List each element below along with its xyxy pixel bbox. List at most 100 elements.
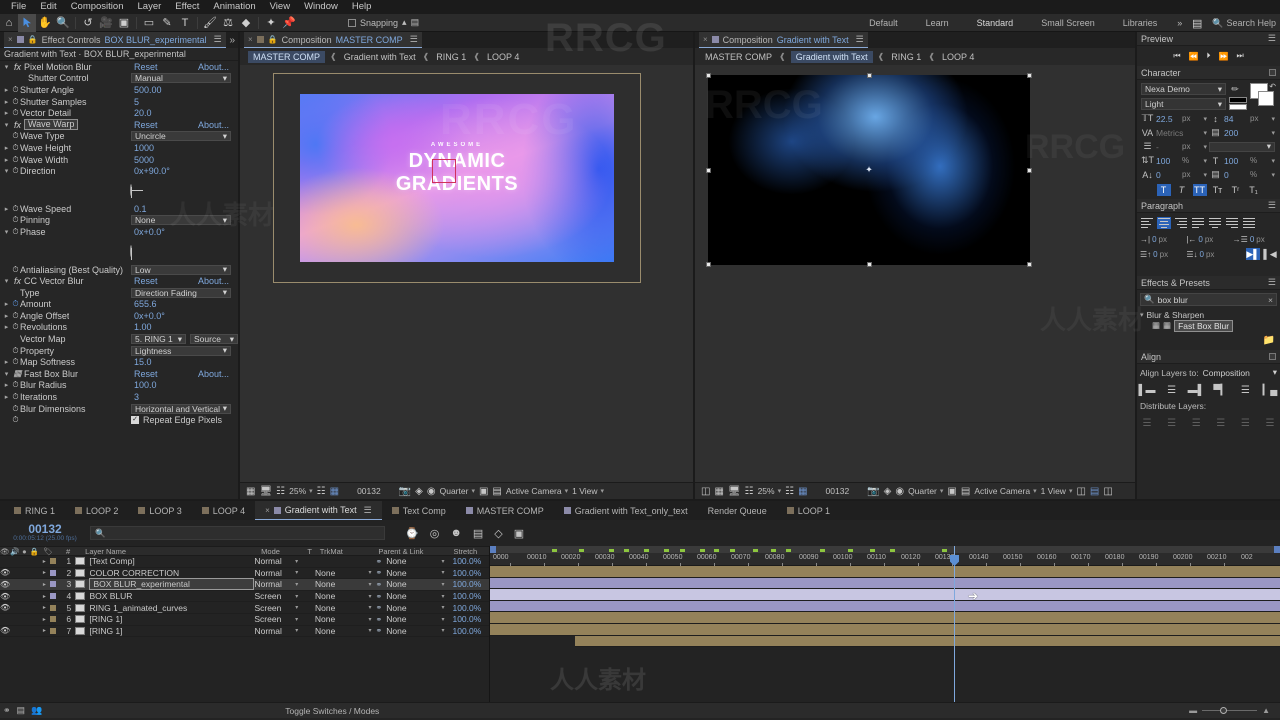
layer-name[interactable]: BOX BLUR_experimental xyxy=(89,578,254,590)
pickwhip-icon[interactable]: ⚭ xyxy=(376,568,383,577)
stopwatch-icon[interactable]: ⏱ xyxy=(11,322,20,332)
layer-name[interactable]: [RING 1] xyxy=(89,614,254,624)
snapping-checkbox[interactable] xyxy=(348,19,356,27)
stopwatch-icon[interactable]: ⏱ xyxy=(11,155,20,165)
search-help-group[interactable]: 🔍 Search Help xyxy=(1206,18,1276,29)
workspace-overflow-icon[interactable]: » xyxy=(1171,18,1188,28)
transparency-icon[interactable]: ▤ xyxy=(961,486,970,497)
distribute-left-icon[interactable]: ☰ xyxy=(1214,417,1228,430)
prop-amount[interactable]: ▸⏱ Amount 655.6 xyxy=(0,299,238,311)
workspace-small-screen[interactable]: Small Screen xyxy=(1027,14,1109,32)
horizontal-scale-field[interactable]: T100%▾ xyxy=(1209,156,1275,166)
timeline-zoom-slider[interactable]: ▬ ▲ xyxy=(1189,706,1280,715)
menu-item-window[interactable]: Window xyxy=(297,0,345,14)
transform-handle-br[interactable] xyxy=(1027,262,1032,267)
zoom-tool-icon[interactable]: 🔍 xyxy=(54,14,72,32)
about-link[interactable]: About... xyxy=(198,62,229,72)
camera-tool-icon[interactable]: 🎥 xyxy=(97,14,115,32)
layer-parent[interactable]: ⚭None▾ xyxy=(376,579,449,589)
label-color[interactable] xyxy=(48,616,58,622)
tab-effect-controls[interactable]: × 🔒 Effect Controls BOX BLUR_experimenta… xyxy=(4,32,226,48)
snap-align-icon[interactable]: ▴ xyxy=(402,17,407,28)
tracking-field[interactable]: ▤200▾ xyxy=(1209,127,1275,138)
align-left-button[interactable] xyxy=(1140,217,1154,229)
prop-value[interactable]: 1000 xyxy=(134,143,154,153)
about-link[interactable]: About... xyxy=(198,120,229,130)
prop-type[interactable]: Type Direction Fading▾ xyxy=(0,287,238,299)
pickwhip-status-icon[interactable]: ⚭ xyxy=(0,705,14,716)
region-of-interest-icon[interactable]: ▣ xyxy=(947,486,956,497)
stopwatch-icon[interactable]: ⏱ xyxy=(11,204,20,214)
first-frame-button[interactable]: ⏮ xyxy=(1173,51,1180,61)
label-color[interactable] xyxy=(48,593,58,599)
previous-frame-button[interactable]: ⏪ xyxy=(1189,52,1199,61)
layer-name[interactable]: [RING 1] xyxy=(89,626,254,636)
stopwatch-icon[interactable]: ⏱ xyxy=(11,392,20,402)
prop-value[interactable]: 655.6 xyxy=(134,299,157,309)
camera-dropdown[interactable]: Active Camera▾ xyxy=(974,486,1036,496)
grid-options-icon[interactable]: ☷ xyxy=(785,486,794,497)
subscript-button[interactable]: T₁ xyxy=(1247,184,1261,196)
distribute-right-icon[interactable]: ☰ xyxy=(1263,417,1277,430)
indent-right-field[interactable]: |←0px xyxy=(1186,235,1230,244)
twirl-icon[interactable]: ▾ xyxy=(2,63,11,71)
layer-parent[interactable]: ⚭None▾ xyxy=(376,626,449,636)
prop-antialiasing[interactable]: ⏱ Antialiasing (Best Quality) Low▾ xyxy=(0,264,238,276)
pixel-aspect-icon[interactable]: ◫ xyxy=(1076,486,1085,497)
prop-shutter-angle[interactable]: ▸⏱ Shutter Angle 500.00 xyxy=(0,84,238,96)
current-time-display[interactable]: 00132 xyxy=(826,486,850,496)
breadcrumb-item-master-comp[interactable]: MASTER COMP xyxy=(703,51,774,63)
justify-last-right-button[interactable] xyxy=(1225,217,1239,229)
layer-name[interactable]: [Text Comp] xyxy=(89,556,254,566)
layer-trkmat[interactable]: None▾ xyxy=(315,614,376,624)
align-center-button[interactable] xyxy=(1157,217,1171,229)
vertical-scale-field[interactable]: ⇅T100%▾ xyxy=(1141,155,1207,166)
twirl-icon[interactable]: ▸ xyxy=(40,627,48,634)
layer-bar-5[interactable] xyxy=(490,612,1280,624)
panel-menu-icon[interactable]: ☰ xyxy=(1268,200,1276,211)
prop-wave-type[interactable]: ⏱ Wave Type Uncircle▾ xyxy=(0,131,238,143)
views-dropdown[interactable]: 1 View▾ xyxy=(572,486,604,496)
close-icon[interactable]: × xyxy=(8,35,13,44)
prop-value[interactable]: 15.0 xyxy=(134,357,152,367)
about-link[interactable]: About... xyxy=(198,369,229,379)
puppet-pin-tool-icon[interactable]: 📌 xyxy=(280,14,298,32)
prop-dropdown[interactable]: None▾ xyxy=(131,215,231,225)
toggle-safe-zones-icon[interactable]: ◫ xyxy=(701,486,710,497)
tabbar-overflow-icon[interactable]: » xyxy=(229,35,235,46)
prop-value[interactable]: 20.0 xyxy=(134,108,152,118)
label-color[interactable] xyxy=(48,605,58,611)
bw-swatch-group[interactable] xyxy=(1229,97,1247,110)
table-row[interactable]: 👁 ▸ 2 COLOR CORRECTION Normal▾ None▾ ⚭No… xyxy=(0,568,489,580)
align-left-edges-icon[interactable]: ▌▬ xyxy=(1140,384,1154,397)
layer-bar-3[interactable] xyxy=(490,589,1280,601)
prop-map-softness[interactable]: ▸⏱ Map Softness 15.0 xyxy=(0,356,238,368)
pickwhip-icon[interactable]: ⚭ xyxy=(376,580,383,589)
frame-blending-icon[interactable]: ▤ xyxy=(473,527,483,540)
prop-dropdown[interactable]: Horizontal and Vertical▾ xyxy=(131,404,231,414)
stopwatch-icon[interactable]: ⏱ xyxy=(11,108,20,118)
transparency-icon[interactable]: ▤ xyxy=(492,486,501,497)
workspace-standard[interactable]: Standard xyxy=(963,14,1028,32)
justify-last-left-button[interactable] xyxy=(1191,217,1205,229)
prop-value[interactable]: 0.1 xyxy=(134,204,147,214)
timeline-tab-loop-3[interactable]: LOOP 3 xyxy=(128,501,191,520)
align-right-edges-icon[interactable]: ▬▌ xyxy=(1189,384,1203,397)
prop-dropdown[interactable]: Direction Fading▾ xyxy=(131,288,231,298)
3d-view-icon[interactable]: ▦ xyxy=(798,486,807,497)
stopwatch-icon[interactable]: ⏱ xyxy=(11,85,20,95)
align-horizontal-center-icon[interactable]: ☰ xyxy=(1165,384,1179,397)
stopwatch-icon[interactable]: ⏱ xyxy=(11,143,20,153)
label-color[interactable] xyxy=(48,558,58,564)
layer-parent[interactable]: ⚭None▾ xyxy=(375,556,448,566)
layer-stretch[interactable]: 100.0% xyxy=(449,603,489,613)
auto-keyframe-icon[interactable]: ▣ xyxy=(514,527,524,540)
menu-item-effect[interactable]: Effect xyxy=(168,0,206,14)
rotation-tool-icon[interactable]: ↺ xyxy=(79,14,97,32)
frame-blend-status-icon[interactable]: ▤ xyxy=(14,705,29,716)
breadcrumb-item-gradient-with-text[interactable]: Gradient with Text xyxy=(342,51,418,63)
prop-value[interactable]: 0x+0.0° xyxy=(134,311,165,321)
zoom-knob[interactable] xyxy=(1220,707,1227,714)
stroke-style-select[interactable]: ▾ xyxy=(1209,142,1275,152)
graph-editor-icon[interactable]: ⌚ xyxy=(405,527,419,540)
